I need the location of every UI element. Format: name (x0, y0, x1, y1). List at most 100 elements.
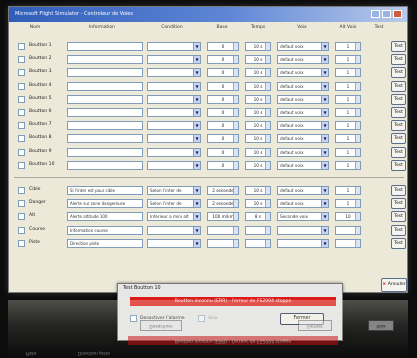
row-base-spinner[interactable]: 2 seconde (207, 199, 239, 209)
row-alt-voice-spinner[interactable]: 1 (335, 42, 361, 51)
row-base-spinner[interactable]: 2 seconde (207, 186, 239, 195)
spinner-arrows-icon[interactable] (233, 82, 238, 90)
spinner-arrows-icon[interactable] (355, 43, 360, 50)
spinner-arrows-icon[interactable] (355, 56, 360, 64)
row-test-button[interactable]: Test (391, 107, 406, 118)
chevron-down-icon[interactable]: ▼ (321, 213, 328, 221)
spinner-arrows-icon[interactable] (355, 95, 360, 103)
row-voice-select[interactable]: defaut voix ▼ (277, 42, 329, 51)
row-condition-select[interactable]: ▼ (147, 108, 201, 117)
spinner-arrows-icon[interactable] (265, 200, 270, 208)
minimize-button[interactable] (371, 10, 380, 18)
row-condition-select[interactable]: ▼ (147, 147, 201, 157)
row-alt-voice-spinner[interactable] (335, 225, 361, 235)
chevron-down-icon[interactable]: ▼ (321, 200, 328, 208)
row-test-button[interactable]: Test (391, 146, 406, 158)
row-voice-select[interactable]: defaut voix ▼ (277, 81, 329, 91)
spinner-arrows-icon[interactable] (233, 213, 238, 221)
row-test-button[interactable]: Test (391, 80, 406, 92)
chevron-down-icon[interactable]: ▼ (193, 213, 200, 221)
row-time-spinner[interactable] (245, 225, 271, 235)
row-test-button[interactable]: Test (391, 67, 406, 79)
spinner-arrows-icon[interactable] (355, 148, 360, 156)
row-info-field[interactable]: Alerte altitude 100 (67, 212, 143, 222)
chevron-down-icon[interactable]: ▼ (193, 239, 200, 247)
spinner-arrows-icon[interactable] (355, 109, 360, 116)
row-alt-voice-spinner[interactable]: 1 (335, 199, 361, 209)
row-enable-checkbox[interactable] (18, 43, 25, 50)
spinner-arrows-icon[interactable] (265, 109, 270, 116)
row-enable-checkbox[interactable] (18, 213, 25, 221)
row-info-field[interactable] (67, 55, 143, 65)
chevron-down-icon[interactable]: ▼ (321, 226, 328, 234)
row-condition-select[interactable]: ▼ (147, 94, 201, 104)
row-condition-select[interactable]: Selon l'inter de ▼ (147, 199, 201, 209)
row-voice-select[interactable]: defaut voix ▼ (277, 94, 329, 104)
row-base-spinner[interactable] (207, 238, 239, 248)
chevron-down-icon[interactable]: ▼ (321, 148, 328, 156)
spinner-arrows-icon[interactable] (233, 239, 238, 247)
row-alt-voice-spinner[interactable]: 1 (335, 147, 361, 157)
chevron-down-icon[interactable]: ▼ (321, 82, 328, 90)
row-info-field[interactable]: Alerte sur zone dangereuse (67, 199, 143, 209)
spinner-arrows-icon[interactable] (233, 56, 238, 64)
spinner-arrows-icon[interactable] (265, 213, 270, 221)
row-enable-checkbox[interactable] (18, 135, 25, 143)
row-base-spinner[interactable]: 100 m/km (207, 212, 239, 222)
row-test-button[interactable]: Test (391, 185, 406, 196)
chevron-down-icon[interactable]: ▼ (321, 109, 328, 116)
spinner-arrows-icon[interactable] (355, 161, 360, 169)
spinner-arrows-icon[interactable] (265, 122, 270, 130)
chevron-down-icon[interactable]: ▼ (321, 187, 328, 194)
spinner-arrows-icon[interactable] (233, 226, 238, 234)
row-enable-checkbox[interactable] (18, 148, 25, 156)
row-test-button[interactable]: Test (391, 211, 406, 223)
row-base-spinner[interactable]: 0 (207, 160, 239, 170)
row-base-spinner[interactable]: 0 (207, 55, 239, 65)
row-base-spinner[interactable]: 0 (207, 42, 239, 51)
chevron-down-icon[interactable]: ▼ (321, 135, 328, 143)
row-condition-select[interactable]: ▼ (147, 225, 201, 235)
row-enable-checkbox[interactable] (18, 239, 25, 247)
row-time-spinner[interactable]: 10 s (245, 160, 271, 170)
row-base-spinner[interactable]: 0 (207, 81, 239, 91)
row-alt-voice-spinner[interactable]: 1 (335, 108, 361, 117)
chevron-down-icon[interactable]: ▼ (321, 95, 328, 103)
row-time-spinner[interactable]: 10 s (245, 68, 271, 78)
chevron-down-icon[interactable]: ▼ (193, 43, 200, 50)
row-test-button[interactable]: Test (391, 54, 406, 66)
row-test-button[interactable]: Test (391, 159, 406, 171)
spinner-arrows-icon[interactable] (233, 187, 238, 194)
row-condition-select[interactable]: ▼ (147, 134, 201, 144)
row-info-field[interactable] (67, 42, 143, 51)
row-voice-select[interactable]: ▼ (277, 238, 329, 248)
chevron-down-icon[interactable]: ▼ (321, 239, 328, 247)
row-base-spinner[interactable]: 0 (207, 121, 239, 131)
row-enable-checkbox[interactable] (18, 187, 25, 194)
row-enable-checkbox[interactable] (18, 95, 25, 103)
row-test-button[interactable]: Test (391, 41, 406, 52)
chevron-down-icon[interactable]: ▼ (193, 161, 200, 169)
window-titlebar[interactable]: Microsoft Flight Simulator - Controleur … (9, 7, 407, 22)
chevron-down-icon[interactable]: ▼ (193, 148, 200, 156)
row-test-button[interactable]: Test (391, 120, 406, 132)
row-time-spinner[interactable]: 10 s (245, 94, 271, 104)
chevron-down-icon[interactable]: ▼ (321, 161, 328, 169)
row-info-field[interactable] (67, 94, 143, 104)
row-voice-select[interactable]: defaut voix ▼ (277, 199, 329, 209)
row-info-field[interactable] (67, 134, 143, 144)
row-voice-select[interactable]: defaut voix ▼ (277, 55, 329, 65)
row-enable-checkbox[interactable] (18, 69, 25, 77)
spinner-arrows-icon[interactable] (355, 187, 360, 194)
chevron-down-icon[interactable]: ▼ (193, 226, 200, 234)
row-base-spinner[interactable]: 0 (207, 68, 239, 78)
row-time-spinner[interactable]: 10 s (245, 186, 271, 195)
spinner-arrows-icon[interactable] (233, 95, 238, 103)
row-info-field[interactable]: Si l'inter est pour cible (67, 186, 143, 195)
spinner-arrows-icon[interactable] (265, 226, 270, 234)
row-info-field[interactable] (67, 147, 143, 157)
row-alt-voice-spinner[interactable]: 1 (335, 186, 361, 195)
row-enable-checkbox[interactable] (18, 200, 25, 208)
chevron-down-icon[interactable]: ▼ (321, 122, 328, 130)
spinner-arrows-icon[interactable] (233, 200, 238, 208)
